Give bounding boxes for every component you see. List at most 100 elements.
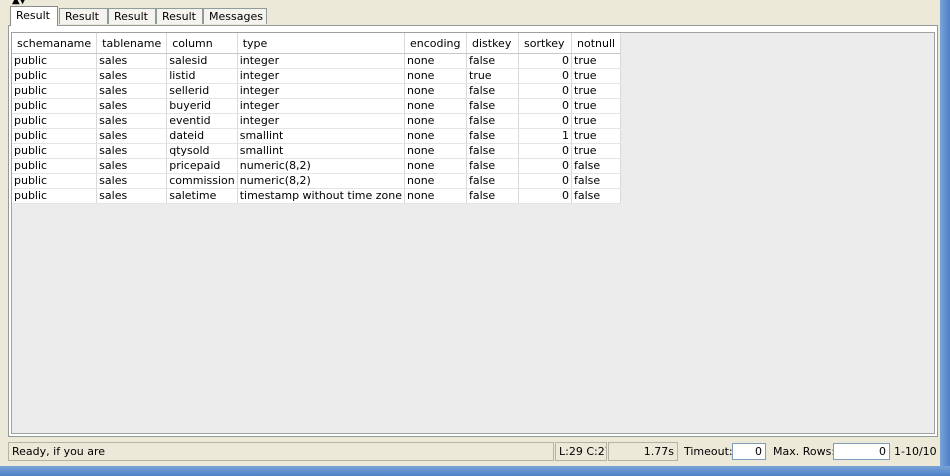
grid-cell[interactable]: 0 — [518, 158, 572, 174]
grid-cell[interactable]: smallint — [237, 143, 406, 159]
grid-cell[interactable]: true — [571, 113, 622, 129]
grid-cell[interactable]: false — [466, 143, 519, 159]
grid-cell[interactable]: false — [466, 113, 519, 129]
grid-cell[interactable]: 0 — [518, 143, 572, 159]
grid-cell[interactable]: integer — [237, 68, 406, 84]
grid-cell[interactable]: true — [466, 68, 519, 84]
tab-result-3[interactable]: Result — [108, 8, 156, 24]
grid-cell[interactable]: sales — [96, 113, 168, 129]
table-row[interactable]: public sales sellerid integer none false 0 true — [12, 83, 622, 99]
grid-cell[interactable]: sales — [96, 53, 168, 69]
grid-cell[interactable]: none — [404, 83, 467, 99]
grid-cell[interactable]: none — [404, 143, 467, 159]
grid-cell[interactable]: none — [404, 68, 467, 84]
column-header[interactable]: notnull — [571, 33, 622, 54]
grid-cell[interactable]: none — [404, 53, 467, 69]
table-row[interactable]: public sales salesid integer none false 0 true — [12, 53, 622, 69]
grid-cell[interactable]: public — [12, 68, 98, 84]
grid-cell[interactable]: sales — [96, 158, 168, 174]
column-header[interactable]: schemaname — [12, 33, 98, 54]
table-row[interactable]: public sales pricepaid numeric(8,2) none fals… — [12, 158, 622, 174]
grid-cell[interactable]: none — [404, 173, 467, 189]
grid-cell[interactable]: false — [466, 98, 519, 114]
splitter-handle-icon[interactable]: ▲▼ — [12, 0, 34, 6]
grid-cell[interactable]: public — [12, 158, 98, 174]
grid-cell[interactable]: public — [12, 83, 98, 99]
grid-cell[interactable]: public — [12, 113, 98, 129]
grid-cell[interactable]: 0 — [518, 173, 572, 189]
column-header[interactable]: type — [237, 33, 406, 54]
grid-cell[interactable]: false — [466, 158, 519, 174]
grid-cell[interactable]: public — [12, 98, 98, 114]
column-header[interactable]: tablename — [96, 33, 168, 54]
grid-cell[interactable]: none — [404, 188, 467, 204]
grid-cell[interactable]: false — [466, 188, 519, 204]
grid-cell[interactable]: sales — [96, 143, 168, 159]
tab-messages[interactable]: Messages — [203, 8, 267, 24]
grid-cell[interactable]: buyerid — [166, 98, 238, 114]
grid-cell[interactable]: 0 — [518, 83, 572, 99]
grid-cell[interactable]: none — [404, 128, 467, 144]
grid-cell[interactable]: false — [466, 128, 519, 144]
grid-cell[interactable]: pricepaid — [166, 158, 238, 174]
grid-cell[interactable]: timestamp without time zone — [237, 188, 406, 204]
table-row[interactable]: public sales saletime timestamp without tim… — [12, 188, 622, 204]
grid-cell[interactable]: false — [571, 158, 622, 174]
grid-cell[interactable]: false — [571, 188, 622, 204]
table-row[interactable]: public sales listid integer none true 0 true — [12, 68, 622, 84]
tab-result-4[interactable]: Result — [156, 8, 203, 24]
grid-cell[interactable]: public — [12, 128, 98, 144]
grid-cell[interactable]: numeric(8,2) — [237, 158, 406, 174]
grid-cell[interactable]: saletime — [166, 188, 238, 204]
grid-cell[interactable]: smallint — [237, 128, 406, 144]
grid-cell[interactable]: integer — [237, 113, 406, 129]
grid-cell[interactable]: qtysold — [166, 143, 238, 159]
grid-cell[interactable]: true — [571, 68, 622, 84]
grid-cell[interactable]: public — [12, 53, 98, 69]
grid-cell[interactable]: false — [466, 173, 519, 189]
table-row[interactable]: public sales buyerid integer none false 0 true — [12, 98, 622, 114]
grid-cell[interactable]: integer — [237, 98, 406, 114]
grid-cell[interactable]: sales — [96, 68, 168, 84]
grid-cell[interactable]: true — [571, 98, 622, 114]
grid-cell[interactable]: 0 — [518, 113, 572, 129]
column-header[interactable]: column — [166, 33, 238, 54]
grid-cell[interactable]: eventid — [166, 113, 238, 129]
grid-cell[interactable]: none — [404, 98, 467, 114]
grid-cell[interactable]: 0 — [518, 53, 572, 69]
grid-cell[interactable]: public — [12, 173, 98, 189]
grid-cell[interactable]: integer — [237, 53, 406, 69]
column-header[interactable]: sortkey — [518, 33, 572, 54]
tab-result-1[interactable]: Result — [10, 6, 58, 26]
grid-cell[interactable]: public — [12, 188, 98, 204]
grid-cell[interactable]: integer — [237, 83, 406, 99]
tab-result-2[interactable]: Result — [59, 8, 108, 24]
grid-cell[interactable]: 0 — [518, 68, 572, 84]
column-header[interactable]: encoding — [404, 33, 467, 54]
timeout-input[interactable]: 0 — [732, 443, 766, 460]
column-header[interactable]: distkey — [466, 33, 519, 54]
grid-cell[interactable]: sales — [96, 188, 168, 204]
grid-cell[interactable]: commission — [166, 173, 238, 189]
table-row[interactable]: public sales qtysold smallint none false 0 true — [12, 143, 622, 159]
table-row[interactable]: public sales dateid smallint none false 1 true — [12, 128, 622, 144]
grid-cell[interactable]: false — [571, 173, 622, 189]
grid-cell[interactable]: true — [571, 128, 622, 144]
grid-cell[interactable]: sales — [96, 83, 168, 99]
grid-cell[interactable]: false — [466, 53, 519, 69]
grid-cell[interactable]: dateid — [166, 128, 238, 144]
grid-cell[interactable]: false — [466, 83, 519, 99]
grid-cell[interactable]: public — [12, 143, 98, 159]
grid-cell[interactable]: sales — [96, 173, 168, 189]
table-row[interactable]: public sales commission numeric(8,2) none fal… — [12, 173, 622, 189]
grid-cell[interactable]: true — [571, 53, 622, 69]
grid-cell[interactable]: sales — [96, 128, 168, 144]
grid-cell[interactable]: listid — [166, 68, 238, 84]
grid-cell[interactable]: sellerid — [166, 83, 238, 99]
grid-cell[interactable]: none — [404, 113, 467, 129]
max-rows-input[interactable]: 0 — [833, 443, 890, 460]
grid-cell[interactable]: numeric(8,2) — [237, 173, 406, 189]
grid-cell[interactable]: none — [404, 158, 467, 174]
grid-cell[interactable]: salesid — [166, 53, 238, 69]
grid-cell[interactable]: 1 — [518, 128, 572, 144]
